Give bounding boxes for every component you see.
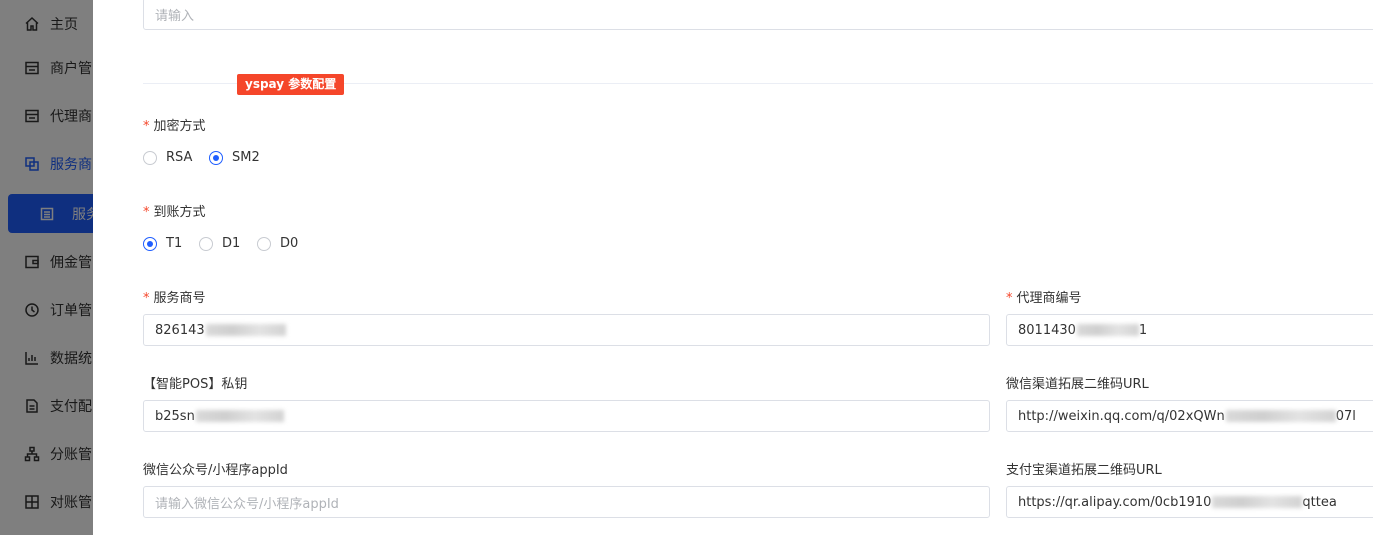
radio-settle-d1[interactable]: D1 (199, 236, 240, 251)
radio-settle-d0[interactable]: D0 (257, 236, 298, 251)
encrypt-method-label: * 加密方式 (143, 119, 206, 134)
wechat-url-label: 微信渠道拓展二维码URL (1006, 377, 1149, 392)
agent-no-input[interactable]: 8011430 1 (1006, 314, 1373, 346)
alipay-url-input[interactable]: https://qr.alipay.com/0cb1910 qttea (1006, 486, 1373, 518)
config-drawer: 请输入 yspay 参数配置 * 加密方式 RSA SM2 * 到账方式 T1 D1… (93, 0, 1373, 535)
pos-key-label: 【智能POS】私钥 (143, 377, 248, 392)
radio-encrypt-rsa[interactable]: RSA (143, 150, 192, 165)
section-title-tag: yspay 参数配置 (237, 74, 345, 95)
appid-label: 微信公众号/小程序appId (143, 463, 288, 478)
alipay-url-label: 支付宝渠道拓展二维码URL (1006, 463, 1162, 478)
settle-method-label: * 到账方式 (143, 205, 206, 220)
radio-encrypt-sm2[interactable]: SM2 (209, 150, 260, 165)
agent-no-label: * 代理商编号 (1006, 291, 1082, 306)
service-no-label: * 服务商号 (143, 291, 206, 306)
appid-input[interactable]: 请输入微信公众号/小程序appId (143, 486, 990, 518)
radio-settle-t1[interactable]: T1 (143, 236, 182, 251)
modal-overlay[interactable] (0, 0, 93, 535)
wechat-url-input[interactable]: http://weixin.qq.com/q/02xQWn 07l (1006, 400, 1373, 432)
service-no-input[interactable]: 826143 (143, 314, 990, 346)
pos-key-input[interactable]: b25sn (143, 400, 990, 432)
top-input[interactable]: 请输入 (143, 0, 1373, 30)
